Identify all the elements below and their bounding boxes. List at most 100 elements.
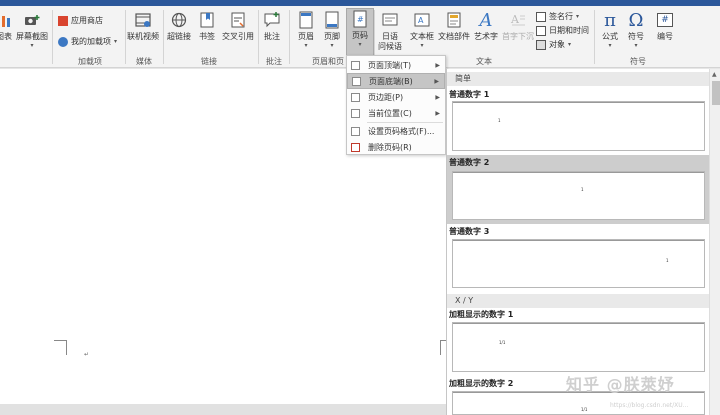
symbol-button[interactable]: Ω 符号 ▾	[626, 10, 646, 50]
paragraph-mark: ↵	[84, 351, 90, 358]
group-label-text: 文本	[476, 57, 492, 66]
footer-button[interactable]: 页脚 ▾	[322, 10, 342, 49]
page-margin-icon	[351, 92, 360, 102]
header-button[interactable]: 页眉 ▾	[296, 10, 316, 49]
menu-item-current-position[interactable]: 当前位置(C) ▶	[347, 105, 445, 121]
chevron-down-icon: ▾	[576, 13, 580, 20]
menu-item-format-page-numbers[interactable]: 设置页码格式(F)...	[347, 123, 445, 139]
gallery-section-header: 简单	[447, 72, 709, 86]
chevron-right-icon: ▶	[434, 77, 439, 85]
menu-item-bottom-of-page[interactable]: 页面底端(B) ▶	[347, 73, 445, 89]
chevron-down-icon: ▾	[634, 42, 638, 49]
chevron-down-icon: ▾	[358, 41, 362, 48]
hyperlink-button[interactable]: 超链接	[167, 10, 191, 42]
chevron-down-icon: ▾	[304, 42, 308, 49]
new-comment-button[interactable]: 批注	[262, 10, 282, 42]
page-number-gallery: 简单 普通数字 1 1 普通数字 2 1 普通数字 3 1 X / Y 加粗显示…	[446, 69, 720, 415]
group-label-addins: 加载项	[78, 57, 102, 66]
chevron-down-icon: ▾	[420, 42, 424, 49]
gallery-thumbnail: 1	[452, 171, 705, 220]
group-label-symbols: 符号	[630, 57, 646, 66]
screenshot-button[interactable]: 屏幕截图 ▾	[16, 10, 48, 49]
gallery-item-bold-number-1[interactable]: 加粗显示的数字 1 1/1	[447, 307, 709, 377]
chevron-right-icon: ▶	[435, 93, 440, 101]
header-icon	[296, 10, 316, 30]
quick-parts-icon	[444, 10, 464, 30]
svg-text:#: #	[357, 15, 364, 24]
chevron-down-icon: ▾	[608, 42, 612, 49]
chart-button[interactable]: 图表	[0, 10, 14, 42]
page-number-menu: 页面顶端(T) ▶ 页面底端(B) ▶ 页边距(P) ▶ 当前位置(C) ▶ 设…	[346, 55, 446, 155]
group-label-comments: 批注	[266, 57, 282, 66]
group-separator	[52, 10, 53, 64]
status-bar	[0, 404, 450, 415]
gallery-scrollbar[interactable]: ▲	[709, 69, 720, 415]
group-label-links: 链接	[201, 57, 217, 66]
watermark-url: https://blog.csdn.net/XU...	[610, 402, 689, 409]
group-separator	[289, 10, 290, 64]
group-separator	[594, 10, 595, 64]
film-icon	[133, 10, 153, 30]
watermark-text: 知乎 @朕萊妤	[566, 375, 675, 394]
chevron-down-icon: ▾	[568, 41, 572, 48]
menu-item-top-of-page[interactable]: 页面顶端(T) ▶	[347, 57, 445, 73]
drop-cap-button[interactable]: A 首字下沉	[502, 10, 534, 42]
app-store-button[interactable]: 应用商店	[58, 15, 103, 26]
group-separator	[125, 10, 126, 64]
addins-icon	[58, 36, 68, 47]
cross-reference-button[interactable]: 交叉引用	[222, 10, 254, 42]
page-bottom-icon	[352, 76, 361, 86]
svg-text:A: A	[418, 16, 424, 25]
page-top-icon	[351, 60, 360, 70]
equation-button[interactable]: π 公式 ▾	[600, 10, 620, 50]
comment-icon	[262, 10, 282, 30]
group-separator	[163, 10, 164, 64]
chevron-right-icon: ▶	[435, 109, 440, 117]
page-number-icon: #	[350, 9, 370, 29]
current-position-icon	[351, 108, 360, 118]
gallery-section-header: X / Y	[447, 294, 709, 308]
globe-link-icon	[169, 10, 189, 30]
chevron-down-icon: ▾	[330, 42, 334, 49]
chevron-down-icon: ▾	[30, 42, 34, 49]
object-button[interactable]: 对象 ▾	[536, 39, 571, 50]
object-icon	[536, 39, 546, 50]
gallery-thumbnail: 1	[452, 239, 705, 288]
gallery-item-plain-number-2[interactable]: 普通数字 2 1	[447, 155, 709, 224]
greeting-icon	[380, 10, 400, 30]
remove-page-number-icon	[351, 142, 360, 152]
numbering-icon: #	[655, 10, 675, 30]
gallery-item-plain-number-1[interactable]: 普通数字 1 1	[447, 87, 709, 157]
menu-item-remove-page-numbers[interactable]: 删除页码(R)	[347, 139, 445, 155]
text-box-button[interactable]: A 文本框 ▾	[410, 10, 434, 49]
group-label-header-footer: 页眉和页	[312, 57, 344, 66]
gallery-thumbnail: 1/1	[452, 322, 705, 372]
bookmark-icon	[197, 10, 217, 30]
camera-plus-icon	[22, 10, 42, 30]
store-icon	[58, 15, 68, 26]
menu-item-page-margins[interactable]: 页边距(P) ▶	[347, 89, 445, 105]
format-page-number-icon	[351, 126, 360, 136]
page-number-button[interactable]: # 页码 ▾	[346, 8, 374, 56]
scroll-up-icon[interactable]: ▲	[712, 71, 717, 78]
greeting-button[interactable]: 日语 问候语	[378, 10, 402, 52]
gallery-item-plain-number-3[interactable]: 普通数字 3 1	[447, 224, 709, 294]
cross-reference-icon	[228, 10, 248, 30]
margin-corner-mark	[54, 340, 67, 355]
quick-parts-button[interactable]: 文档部件	[438, 10, 470, 42]
drop-cap-icon: A	[508, 10, 528, 30]
chevron-down-icon: ▾	[114, 38, 118, 45]
wordart-button[interactable]: A 艺术字	[474, 10, 498, 42]
bookmark-button[interactable]: 书签	[197, 10, 217, 42]
signature-line-button[interactable]: 签名行 ▾	[536, 11, 579, 22]
online-video-button[interactable]: 联机视频	[127, 10, 159, 42]
group-label-media: 媒体	[136, 57, 152, 66]
chevron-right-icon: ▶	[435, 61, 440, 69]
gallery-thumbnail: 1	[452, 101, 705, 151]
date-time-button[interactable]: 日期和时间	[536, 25, 589, 36]
numbering-button[interactable]: # 编号	[655, 10, 675, 42]
my-addins-button[interactable]: 我的加载项 ▾	[58, 36, 117, 47]
text-box-icon: A	[412, 10, 432, 30]
scrollbar-thumb[interactable]	[712, 81, 720, 105]
signature-icon	[536, 11, 546, 22]
